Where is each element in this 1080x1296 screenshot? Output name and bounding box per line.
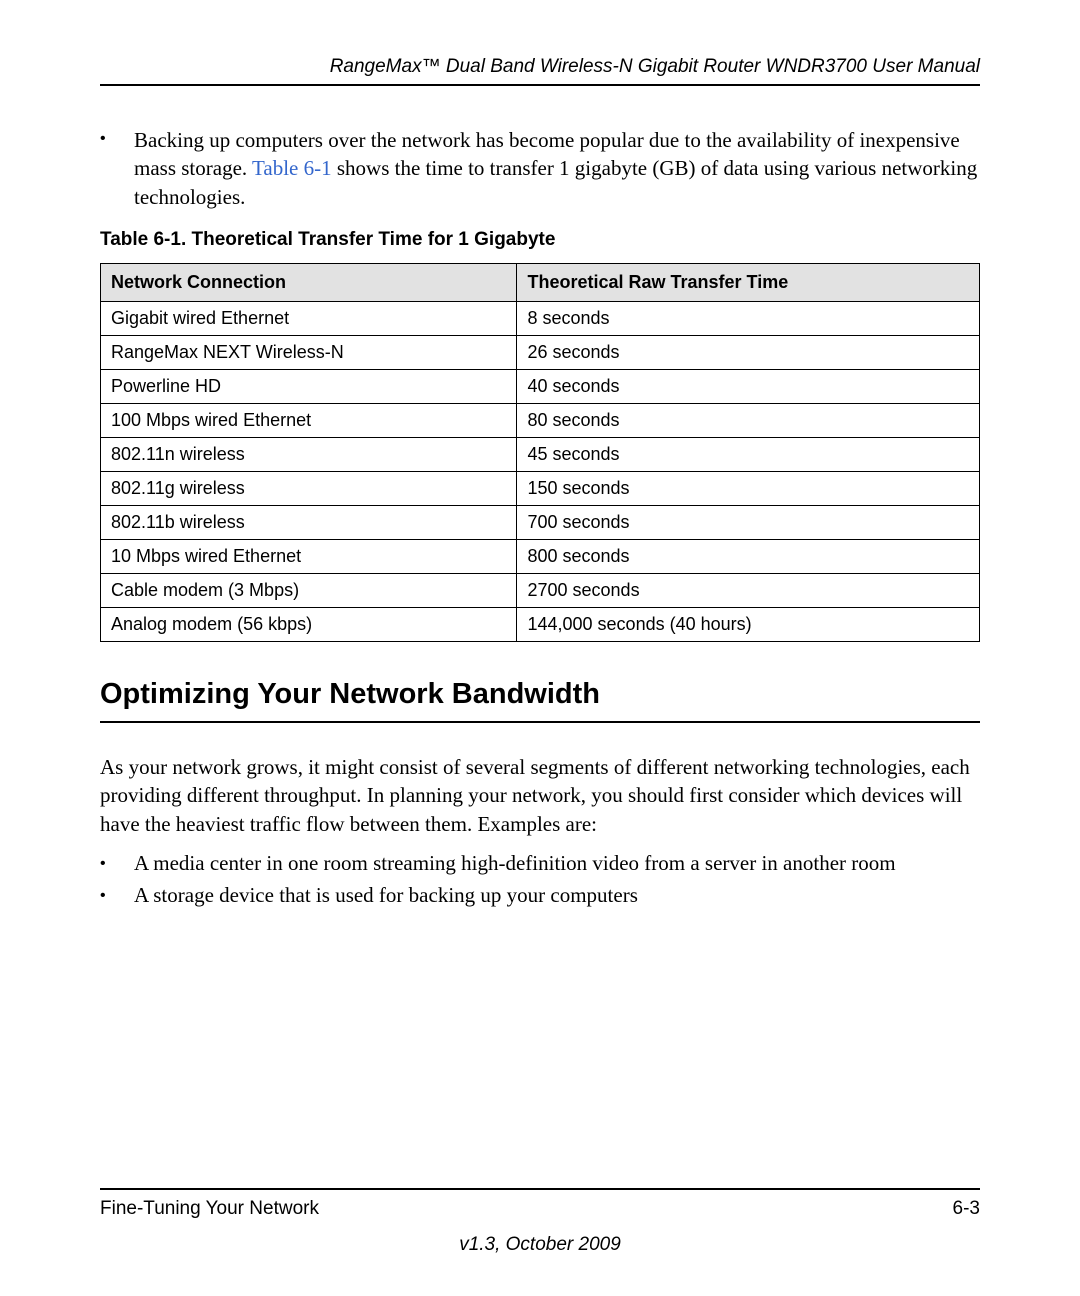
bullet-text: A storage device that is used for backin… (134, 880, 638, 912)
page: RangeMax™ Dual Band Wireless-N Gigabit R… (0, 0, 1080, 1296)
cell-connection: RangeMax NEXT Wireless-N (101, 336, 517, 370)
intro-bullet: • Backing up computers over the network … (100, 126, 980, 211)
cell-connection: 802.11n wireless (101, 438, 517, 472)
page-content: • Backing up computers over the network … (100, 86, 980, 1188)
transfer-time-table: Network Connection Theoretical Raw Trans… (100, 263, 980, 642)
intro-text: Backing up computers over the network ha… (134, 126, 980, 211)
cell-time: 700 seconds (517, 506, 980, 540)
table-row: Cable modem (3 Mbps)2700 seconds (101, 574, 980, 608)
cell-connection: Powerline HD (101, 370, 517, 404)
table-row: 802.11b wireless700 seconds (101, 506, 980, 540)
cell-time: 45 seconds (517, 438, 980, 472)
list-item: •A storage device that is used for backi… (100, 880, 980, 912)
section-bullets: •A media center in one room streaming hi… (100, 848, 980, 911)
table-row: Powerline HD40 seconds (101, 370, 980, 404)
doc-title: RangeMax™ Dual Band Wireless-N Gigabit R… (330, 56, 980, 77)
table-row: 802.11g wireless150 seconds (101, 472, 980, 506)
cell-connection: Cable modem (3 Mbps) (101, 574, 517, 608)
footer-chapter: Fine-Tuning Your Network (100, 1198, 319, 1220)
table-caption: Table 6-1. Theoretical Transfer Time for… (100, 229, 980, 251)
section-paragraph: As your network grows, it might consist … (100, 753, 980, 838)
cell-connection: Gigabit wired Ethernet (101, 302, 517, 336)
col-header-time: Theoretical Raw Transfer Time (517, 264, 980, 302)
cell-time: 80 seconds (517, 404, 980, 438)
table-row: Analog modem (56 kbps)144,000 seconds (4… (101, 608, 980, 642)
cell-connection: 802.11g wireless (101, 472, 517, 506)
cell-connection: Analog modem (56 kbps) (101, 608, 517, 642)
page-footer: Fine-Tuning Your Network 6-3 v1.3, Octob… (100, 1188, 980, 1256)
footer-version: v1.3, October 2009 (100, 1234, 980, 1256)
list-item: •A media center in one room streaming hi… (100, 848, 980, 880)
section-heading: Optimizing Your Network Bandwidth (100, 678, 980, 723)
footer-page-number: 6-3 (953, 1198, 980, 1220)
footer-row: Fine-Tuning Your Network 6-3 (100, 1198, 980, 1220)
col-header-connection: Network Connection (101, 264, 517, 302)
table-row: 100 Mbps wired Ethernet80 seconds (101, 404, 980, 438)
cell-time: 2700 seconds (517, 574, 980, 608)
cell-time: 40 seconds (517, 370, 980, 404)
table-row: RangeMax NEXT Wireless-N26 seconds (101, 336, 980, 370)
table-row: 802.11n wireless45 seconds (101, 438, 980, 472)
cell-connection: 100 Mbps wired Ethernet (101, 404, 517, 438)
cell-time: 8 seconds (517, 302, 980, 336)
bullet-marker-icon: • (100, 126, 134, 211)
table-row: 10 Mbps wired Ethernet800 seconds (101, 540, 980, 574)
cell-time: 144,000 seconds (40 hours) (517, 608, 980, 642)
bullet-marker-icon: • (100, 848, 134, 880)
bullet-marker-icon: • (100, 880, 134, 912)
cell-time: 800 seconds (517, 540, 980, 574)
cell-connection: 802.11b wireless (101, 506, 517, 540)
table-ref-link[interactable]: Table 6-1 (252, 156, 332, 180)
table-row: Gigabit wired Ethernet8 seconds (101, 302, 980, 336)
cell-time: 26 seconds (517, 336, 980, 370)
table-header-row: Network Connection Theoretical Raw Trans… (101, 264, 980, 302)
bullet-text: A media center in one room streaming hig… (134, 848, 896, 880)
page-header: RangeMax™ Dual Band Wireless-N Gigabit R… (100, 56, 980, 86)
cell-connection: 10 Mbps wired Ethernet (101, 540, 517, 574)
cell-time: 150 seconds (517, 472, 980, 506)
